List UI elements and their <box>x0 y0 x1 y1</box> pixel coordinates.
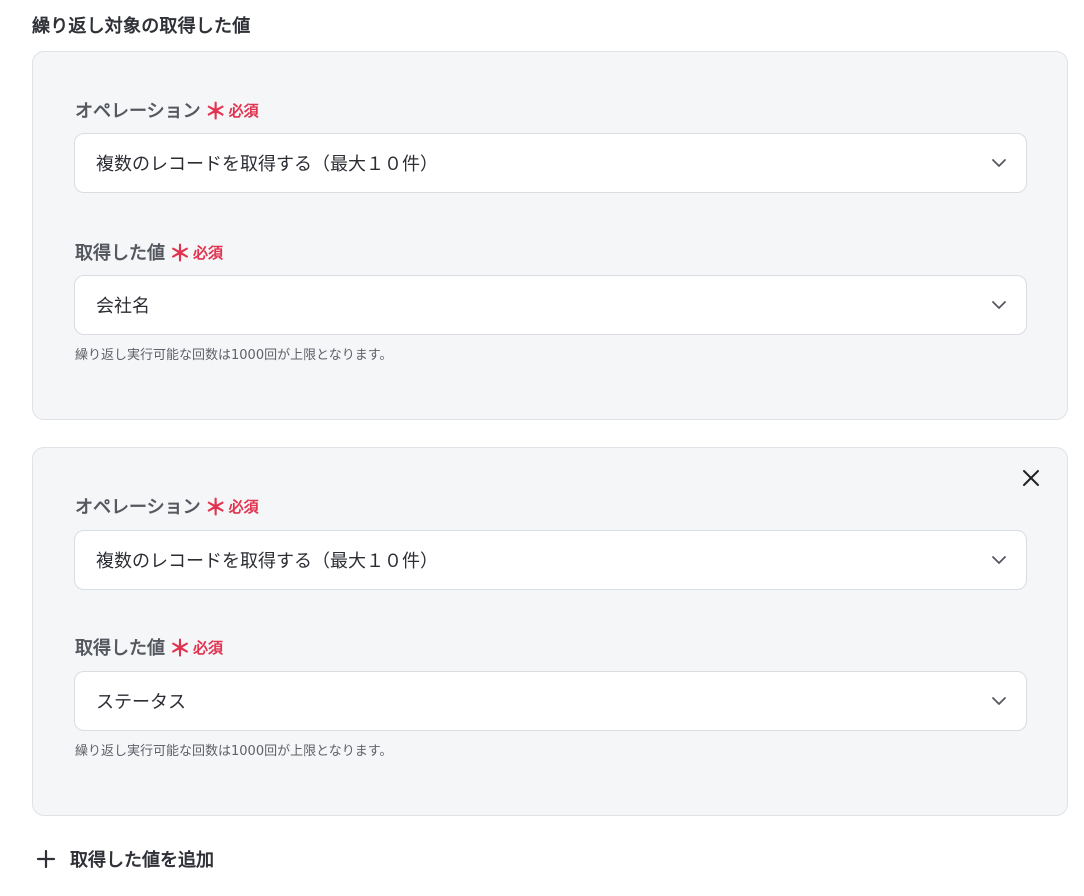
chevron-down-icon <box>992 697 1006 705</box>
required-text: 必須 <box>228 101 259 120</box>
add-value-button[interactable]: 取得した値を追加 <box>36 846 214 872</box>
plus-icon <box>36 849 56 869</box>
limit-hint: 繰り返し実行可能な回数は1000回が上限となります。 <box>75 348 393 363</box>
limit-hint: 繰り返し実行可能な回数は1000回が上限となります。 <box>75 744 393 759</box>
loop-settings-page: 繰り返し対象の取得した値 オペレーション ＊ 必須 複数のレコードを取得する（最… <box>0 0 1084 896</box>
operation-select[interactable]: 複数のレコードを取得する（最大１０件） <box>74 133 1027 193</box>
value-label: 取得した値 ＊ 必須 <box>75 637 224 662</box>
value-select[interactable]: ステータス <box>74 671 1027 731</box>
required-text: 必須 <box>193 243 224 262</box>
close-icon[interactable] <box>1021 468 1041 488</box>
value-label: 取得した値 ＊ 必須 <box>75 242 224 267</box>
chevron-down-icon <box>992 301 1006 309</box>
required-asterisk: ＊ <box>169 242 192 267</box>
required-asterisk: ＊ <box>169 637 192 662</box>
loop-value-group-2: オペレーション ＊ 必須 複数のレコードを取得する（最大１０件） 取得した値 ＊… <box>32 447 1068 816</box>
operation-select-value: 複数のレコードを取得する（最大１０件） <box>96 154 438 175</box>
loop-value-group-1: オペレーション ＊ 必須 複数のレコードを取得する（最大１０件） 取得した値 ＊… <box>32 51 1068 420</box>
value-select-value: 会社名 <box>96 296 150 317</box>
value-select-value: ステータス <box>96 692 186 713</box>
operation-select-value: 複数のレコードを取得する（最大１０件） <box>96 551 438 572</box>
required-asterisk: ＊ <box>204 496 227 521</box>
chevron-down-icon <box>992 556 1006 564</box>
operation-label: オペレーション ＊ 必須 <box>75 100 259 125</box>
operation-label: オペレーション ＊ 必須 <box>75 496 259 521</box>
add-value-label: 取得した値を追加 <box>70 850 214 871</box>
required-text: 必須 <box>193 638 224 657</box>
required-text: 必須 <box>228 497 259 516</box>
value-select[interactable]: 会社名 <box>74 275 1027 335</box>
chevron-down-icon <box>992 159 1006 167</box>
section-title: 繰り返し対象の取得した値 <box>32 16 251 37</box>
operation-select[interactable]: 複数のレコードを取得する（最大１０件） <box>74 530 1027 590</box>
required-asterisk: ＊ <box>204 100 227 125</box>
